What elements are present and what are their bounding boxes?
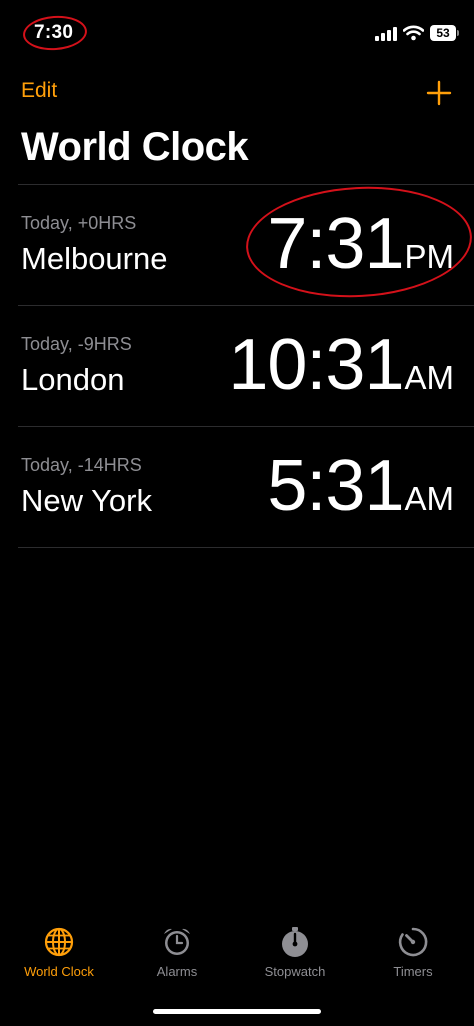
clock-row-london[interactable]: Today, -9HRS London 10:31AM: [0, 306, 474, 426]
clock-city: London: [21, 362, 125, 397]
clock-time: 5:31AM: [267, 445, 454, 527]
tab-stopwatch[interactable]: Stopwatch: [236, 920, 354, 979]
status-bar: 7:30 53: [0, 0, 474, 60]
tab-label: Timers: [393, 964, 433, 979]
tab-label: World Clock: [24, 964, 94, 979]
tab-label: Stopwatch: [264, 964, 326, 979]
clock-city: New York: [21, 483, 152, 518]
clock-time: 10:31AM: [228, 324, 454, 406]
clock-offset: Today, +0HRS: [21, 213, 137, 233]
clock-digits: 10:31: [228, 325, 404, 405]
divider: [18, 547, 474, 548]
clock-row-new-york[interactable]: Today, -14HRS New York 5:31AM: [0, 427, 474, 547]
battery-indicator: 53: [430, 25, 456, 41]
home-indicator[interactable]: [153, 1009, 321, 1014]
tab-world-clock[interactable]: World Clock: [0, 920, 118, 979]
battery-nub: [457, 30, 459, 36]
tab-alarms[interactable]: Alarms: [118, 920, 236, 979]
page-title: World Clock: [21, 125, 249, 169]
clock-city: Melbourne: [21, 241, 168, 276]
clock-offset: Today, -9HRS: [21, 334, 132, 354]
tab-label: Alarms: [156, 964, 198, 979]
timer-icon: [398, 927, 428, 957]
globe-icon: [44, 927, 74, 957]
plus-icon[interactable]: [426, 80, 452, 106]
signal-icon: [375, 27, 397, 41]
status-time: 7:30: [34, 22, 74, 43]
clock-digits: 5:31: [267, 446, 404, 526]
clock-ampm: AM: [404, 359, 455, 396]
tab-bar: World Clock Alarms Stopwatch Timers: [0, 920, 474, 1000]
clock-ampm: AM: [404, 480, 455, 517]
edit-button[interactable]: Edit: [21, 79, 57, 103]
alarm-clock-icon: [164, 928, 190, 955]
stopwatch-icon: [282, 927, 308, 957]
clock-offset: Today, -14HRS: [21, 455, 142, 475]
wifi-icon: [403, 25, 424, 41]
tab-timers[interactable]: Timers: [354, 920, 472, 979]
